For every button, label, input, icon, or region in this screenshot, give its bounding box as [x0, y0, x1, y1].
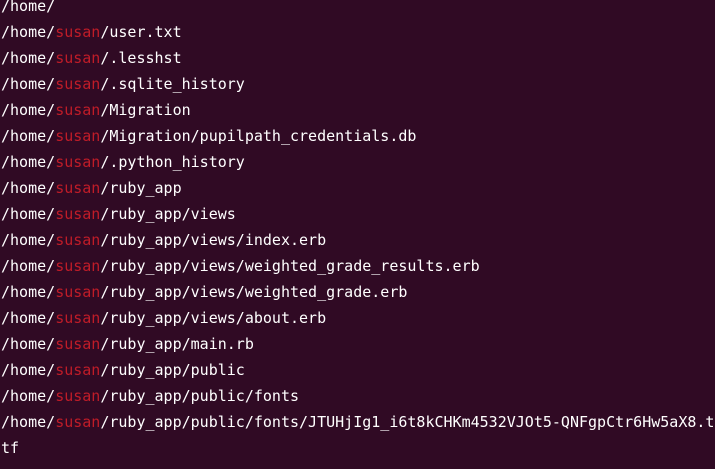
path-prefix: /home/: [1, 179, 56, 197]
highlighted-match: susan: [55, 413, 101, 431]
path-prefix: /home/: [1, 153, 56, 171]
path-suffix: /ruby_app/views/weighted_grade_results.e…: [100, 257, 480, 275]
output-line: /home/susan/.python_history: [0, 149, 715, 175]
path-prefix: /home/: [1, 127, 56, 145]
path-suffix: /.sqlite_history: [100, 75, 245, 93]
path-prefix: /home/: [1, 101, 56, 119]
path-prefix: /home/: [1, 335, 56, 353]
path-suffix: /ruby_app/views/weighted_grade.erb: [100, 283, 408, 301]
path-prefix: /home/: [1, 231, 56, 249]
output-line: /home/susan/ruby_app/public/fonts/JTUHjI…: [0, 409, 715, 435]
output-line: /home/susan/ruby_app/main.rb: [0, 331, 715, 357]
highlighted-match: susan: [55, 179, 101, 197]
highlighted-match: susan: [55, 283, 101, 301]
path-suffix: /Migration: [100, 101, 191, 119]
highlighted-match: susan: [55, 49, 101, 67]
highlighted-match: susan: [55, 309, 101, 327]
output-line: /home/: [0, 0, 715, 19]
highlighted-match: susan: [55, 335, 101, 353]
path-prefix: /home/: [1, 75, 56, 93]
path-suffix: /ruby_app: [100, 179, 182, 197]
path-suffix: /ruby_app/public: [100, 361, 245, 379]
output-line: /home/susan/ruby_app/views/weighted_grad…: [0, 253, 715, 279]
path-suffix: /ruby_app/public/fonts: [100, 387, 300, 405]
output-line: tf: [0, 435, 715, 461]
terminal-output[interactable]: /home/ /home/susan/user.txt /home/susan/…: [0, 0, 715, 469]
output-line: /home/susan/ruby_app/public/fonts: [0, 383, 715, 409]
output-line: /home/susan/.lesshst: [0, 45, 715, 71]
path-prefix: /home/: [1, 23, 56, 41]
path-suffix: /ruby_app/main.rb: [100, 335, 254, 353]
highlighted-match: susan: [55, 127, 101, 145]
path-suffix: /Migration/pupilpath_credentials.db: [100, 127, 417, 145]
path-prefix: /home/: [1, 257, 56, 275]
output-line: /home/susan/ruby_app/views/weighted_grad…: [0, 279, 715, 305]
output-line: /home/susan/ruby_app/views/about.erb: [0, 305, 715, 331]
path-suffix: /ruby_app/views/index.erb: [100, 231, 327, 249]
path-suffix: /user.txt: [100, 23, 182, 41]
path-prefix: /home/: [1, 205, 56, 223]
path-suffix: /.lesshst: [100, 49, 182, 67]
highlighted-match: susan: [55, 231, 101, 249]
path-prefix: /home/: [1, 413, 56, 431]
highlighted-match: susan: [55, 101, 101, 119]
highlighted-match: susan: [55, 23, 101, 41]
path-prefix: /home/: [1, 387, 56, 405]
highlighted-match: susan: [55, 75, 101, 93]
highlighted-match: susan: [55, 361, 101, 379]
output-line: /home/susan/ruby_app/views/index.erb: [0, 227, 715, 253]
highlighted-match: susan: [55, 153, 101, 171]
path-prefix: /home/: [1, 49, 56, 67]
output-line: /home/susan/ruby_app/views: [0, 201, 715, 227]
output-line: /home/susan/user.txt: [0, 19, 715, 45]
path-prefix: /home/: [1, 283, 56, 301]
highlighted-match: susan: [55, 387, 101, 405]
highlighted-match: susan: [55, 257, 101, 275]
output-line: /home/susan/.sqlite_history: [0, 71, 715, 97]
output-line: /home/susan/Migration/pupilpath_credenti…: [0, 123, 715, 149]
highlighted-match: susan: [55, 205, 101, 223]
path-prefix: /home/: [1, 361, 56, 379]
path-suffix: /ruby_app/views/about.erb: [100, 309, 327, 327]
path-suffix: /ruby_app/views: [100, 205, 236, 223]
output-line: /home/susan/ruby_app: [0, 175, 715, 201]
path-prefix: /home/: [1, 309, 56, 327]
path-prefix: tf: [1, 439, 20, 457]
path-suffix: /.python_history: [100, 153, 245, 171]
output-line: /home/susan/Migration: [0, 97, 715, 123]
output-line: /home/susan/ruby_app/public: [0, 357, 715, 383]
path-prefix: /home/: [1, 0, 56, 15]
path-suffix: /ruby_app/public/fonts/JTUHjIg1_i6t8kCHK…: [100, 413, 715, 431]
